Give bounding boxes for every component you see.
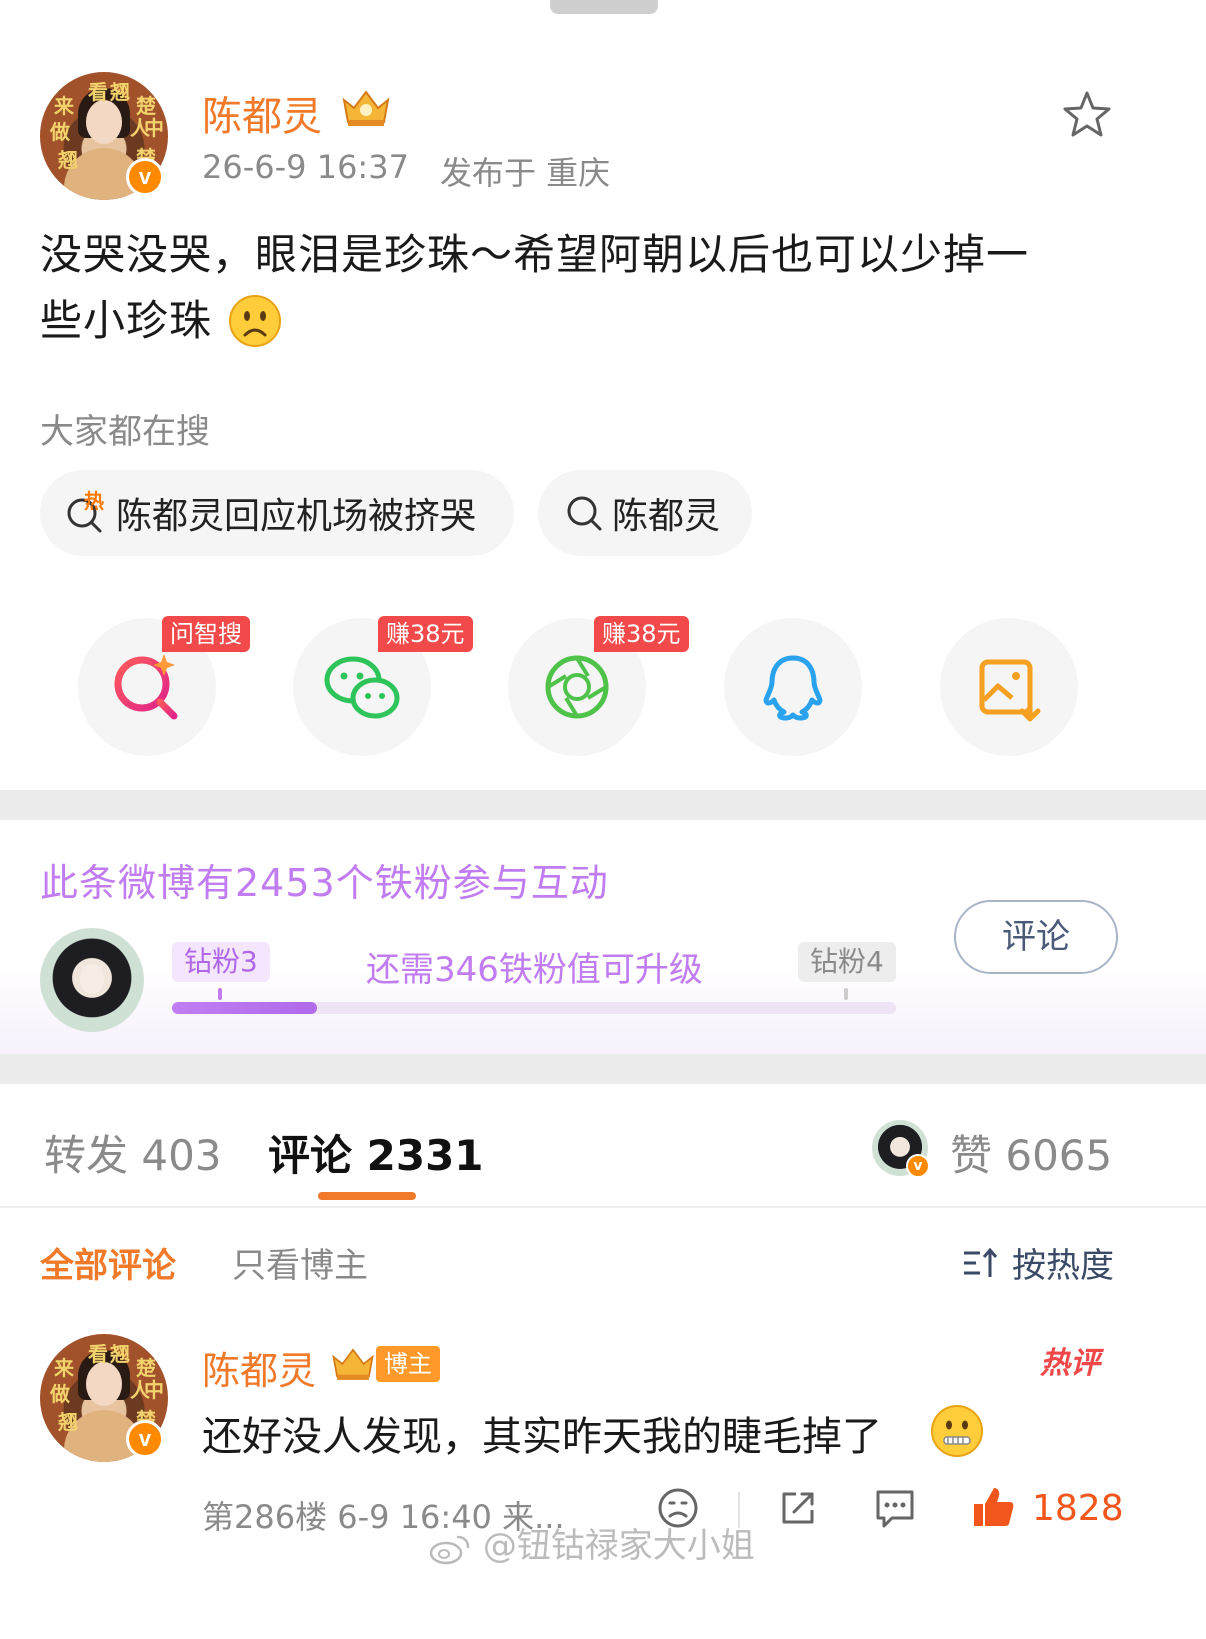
crown-level-icon bbox=[340, 86, 392, 130]
comment-text: 还好没人发现，其实昨天我的睫毛掉了 bbox=[202, 1414, 882, 1460]
crown-level-icon bbox=[330, 1344, 376, 1384]
avatar-char: 看 bbox=[88, 1342, 108, 1366]
tab-active-indicator bbox=[318, 1192, 416, 1200]
trending-search-label: 大家都在搜 bbox=[40, 412, 210, 452]
trending-search-pill[interactable]: 热 陈都灵回应机场被挤哭 bbox=[40, 470, 514, 556]
post-location: 发布于 重庆 bbox=[440, 154, 611, 192]
avatar-face bbox=[80, 964, 104, 994]
post-content-line: 些小珍珠 bbox=[40, 296, 213, 345]
verified-badge-icon: v bbox=[126, 1420, 164, 1458]
share-qq-button[interactable] bbox=[724, 618, 862, 756]
avatar-char: 翘 bbox=[58, 148, 78, 172]
qq-icon bbox=[763, 655, 823, 721]
weibo-logo-icon bbox=[428, 1531, 472, 1565]
trending-search-pill[interactable]: 陈都灵 bbox=[538, 470, 752, 556]
fans-comment-button[interactable]: 评论 bbox=[954, 900, 1118, 974]
hot-search-icon: 热 bbox=[64, 489, 108, 535]
sort-by-hot-button[interactable]: 按热度 bbox=[960, 1238, 1114, 1287]
fans-title: 此条微博有2453个铁粉参与互动 bbox=[40, 861, 609, 905]
like-thumb-icon[interactable] bbox=[970, 1484, 1016, 1530]
verified-badge-icon: v bbox=[126, 158, 164, 196]
avatar-char: 来 bbox=[54, 94, 74, 118]
avatar-face bbox=[86, 1362, 122, 1406]
favorite-star-icon[interactable] bbox=[1060, 88, 1114, 142]
fan-upgrade-hint: 还需346铁粉值可升级 bbox=[366, 950, 703, 990]
avatar-char: 中 bbox=[144, 1378, 164, 1402]
commenter-name[interactable]: 陈都灵 bbox=[202, 1340, 316, 1395]
section-divider bbox=[0, 790, 1206, 820]
trending-search-text: 陈都灵回应机场被挤哭 bbox=[116, 496, 477, 537]
zipper-mouth-emoji-icon bbox=[930, 1404, 984, 1458]
filter-all-comments[interactable]: 全部评论 bbox=[40, 1238, 176, 1287]
avatar-char: 翘 bbox=[110, 1342, 130, 1366]
reply-comment-icon[interactable] bbox=[872, 1486, 918, 1530]
avatar-face bbox=[86, 100, 122, 144]
share-tag: 赚38元 bbox=[378, 616, 473, 652]
section-divider bbox=[0, 1054, 1206, 1084]
sheet-handle[interactable] bbox=[550, 0, 658, 14]
fan-progress-fill bbox=[172, 1002, 317, 1014]
avatar-char: 做 bbox=[50, 120, 70, 144]
verified-badge-icon: v bbox=[906, 1154, 930, 1178]
avatar-char: 翘 bbox=[58, 1410, 78, 1434]
author-badge: 博主 bbox=[376, 1346, 440, 1382]
tab-comments[interactable]: 评论 2331 bbox=[268, 1122, 484, 1183]
fan-progress-track bbox=[172, 1002, 896, 1014]
trending-search-text: 陈都灵 bbox=[612, 496, 721, 537]
like-count: 1828 bbox=[1032, 1488, 1124, 1529]
tabs-divider bbox=[0, 1206, 1206, 1208]
watermark: @钮钴禄家大小姐 bbox=[428, 1518, 755, 1567]
search-icon bbox=[562, 491, 606, 535]
hot-mark: 热 bbox=[84, 489, 104, 513]
tab-likes[interactable]: 赞 6065 bbox=[950, 1122, 1112, 1183]
post-content-line: 没哭没哭，眼泪是珍珠～希望阿朝以后也可以少掉一 bbox=[40, 230, 1030, 279]
sort-icon bbox=[964, 1247, 998, 1277]
progress-tick bbox=[218, 988, 222, 1000]
save-image-icon bbox=[979, 659, 1041, 722]
progress-tick bbox=[844, 988, 848, 1000]
avatar-char: 做 bbox=[50, 1382, 70, 1406]
avatar-char: 中 bbox=[144, 116, 164, 140]
fan-level-next: 钻粉4 bbox=[798, 942, 896, 982]
share-tag: 赚38元 bbox=[594, 616, 689, 652]
user-avatar[interactable] bbox=[40, 928, 144, 1032]
sort-label: 按热度 bbox=[1012, 1246, 1114, 1286]
avatar-char: 来 bbox=[54, 1356, 74, 1380]
filter-author-only[interactable]: 只看博主 bbox=[232, 1238, 368, 1287]
avatar-char: 看 bbox=[88, 80, 108, 104]
avatar-char: 翘 bbox=[110, 80, 130, 104]
fan-level-current: 钻粉3 bbox=[172, 942, 270, 982]
sad-face-emoji-icon bbox=[228, 294, 282, 348]
watermark-text: @钮钴禄家大小姐 bbox=[482, 1526, 755, 1566]
author-name[interactable]: 陈都灵 bbox=[202, 84, 322, 142]
share-tag: 问智搜 bbox=[162, 616, 250, 652]
post-time: 26-6-9 16:37 bbox=[202, 148, 409, 186]
hot-comment-badge: 热评 bbox=[1040, 1346, 1100, 1381]
share-save-image-button[interactable] bbox=[940, 618, 1078, 756]
share-icon[interactable] bbox=[776, 1486, 820, 1530]
tab-repost[interactable]: 转发 403 bbox=[44, 1122, 222, 1183]
